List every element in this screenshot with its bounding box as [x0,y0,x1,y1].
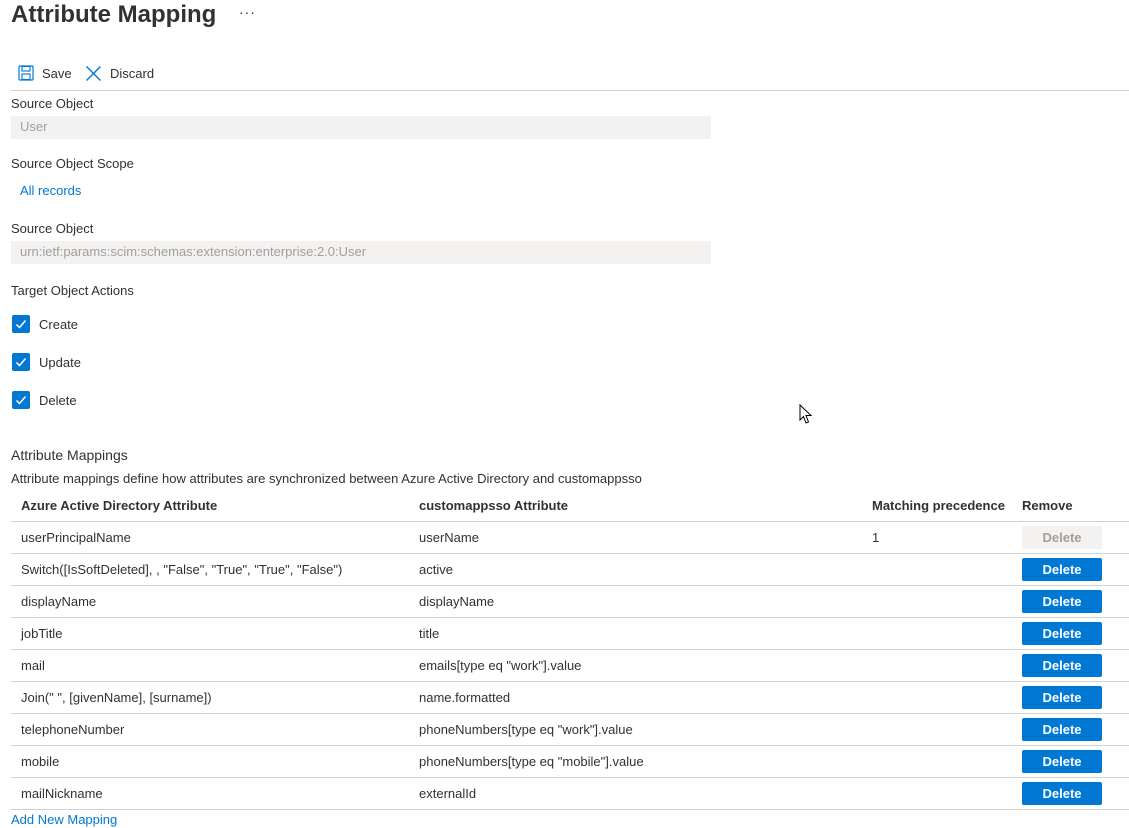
checkbox-checked-icon [12,315,30,333]
target-attribute-cell[interactable]: emails[type eq "work"].value [409,649,862,682]
source-scope-link[interactable]: All records [20,183,81,198]
table-row[interactable]: mailNickname externalId Delete [11,777,1129,810]
matching-precedence-cell [862,585,1012,618]
table-header-row: Azure Active Directory Attribute customa… [11,489,1129,522]
source-attribute-cell[interactable]: telephoneNumber [11,713,409,746]
save-button[interactable]: Save [18,62,72,84]
checkbox-create[interactable]: Create [12,315,78,333]
target-attribute-cell[interactable]: externalId [409,777,862,810]
source-attribute-cell[interactable]: mail [11,649,409,682]
matching-precedence-cell: 1 [862,521,1012,554]
remove-cell: Delete [1012,553,1129,586]
target-attribute-cell[interactable]: userName [409,521,862,554]
table-row[interactable]: mobile phoneNumbers[type eq "mobile"].val… [11,745,1129,778]
checkbox-checked-icon [12,353,30,371]
source-attribute-cell[interactable]: Join(" ", [givenName], [surname]) [11,681,409,714]
source-attribute-cell[interactable]: jobTitle [11,617,409,650]
source-scope-label: Source Object Scope [11,156,134,171]
remove-cell: Delete [1012,649,1129,682]
target-attribute-cell[interactable]: phoneNumbers[type eq "work"].value [409,713,862,746]
checkbox-checked-icon [12,391,30,409]
delete-button: Delete [1022,526,1102,549]
delete-button[interactable]: Delete [1022,718,1102,741]
matching-precedence-cell [862,777,1012,810]
table-row[interactable]: displayName displayName Delete [11,585,1129,618]
mappings-table: Azure Active Directory Attribute customa… [11,489,1129,810]
remove-cell: Delete [1012,713,1129,746]
checkbox-update-label: Update [39,354,81,370]
target-attribute-cell[interactable]: displayName [409,585,862,618]
remove-cell: Delete [1012,777,1129,810]
remove-cell: Delete [1012,617,1129,650]
delete-button[interactable]: Delete [1022,686,1102,709]
delete-button[interactable]: Delete [1022,654,1102,677]
checkbox-update[interactable]: Update [12,353,81,371]
delete-button[interactable]: Delete [1022,622,1102,645]
delete-button[interactable]: Delete [1022,558,1102,581]
page-title: Attribute Mapping [11,1,217,28]
add-new-mapping-link[interactable]: Add New Mapping [11,812,117,827]
remove-cell: Delete [1012,585,1129,618]
source-object-label: Source Object [11,96,94,111]
save-label: Save [42,65,72,81]
remove-cell: Delete [1012,521,1129,554]
mouse-cursor-icon [799,403,813,430]
toolbar-divider [11,90,1129,91]
close-icon [85,65,110,82]
remove-cell: Delete [1012,745,1129,778]
save-icon [18,65,42,81]
checkbox-create-label: Create [39,316,79,332]
column-header: customappsso Attribute [409,489,862,522]
source-object-field: User [11,116,711,139]
table-row[interactable]: mail emails[type eq "work"].value Delete [11,649,1129,682]
matching-precedence-cell [862,617,1012,650]
mappings-title: Attribute Mappings [11,447,128,463]
column-header: Remove [1012,489,1129,522]
target-attribute-cell[interactable]: name.formatted [409,681,862,714]
table-row[interactable]: userPrincipalName userName 1 Delete [11,521,1129,554]
matching-precedence-cell [862,745,1012,778]
target-attribute-cell[interactable]: phoneNumbers[type eq "mobile"].value [409,745,862,778]
column-header: Matching precedence [862,489,1012,522]
mappings-description: Attribute mappings define how attributes… [11,471,642,486]
remove-cell: Delete [1012,681,1129,714]
matching-precedence-cell [862,649,1012,682]
delete-button[interactable]: Delete [1022,782,1102,805]
delete-button[interactable]: Delete [1022,590,1102,613]
source-attribute-cell[interactable]: userPrincipalName [11,521,409,554]
delete-button[interactable]: Delete [1022,750,1102,773]
checkbox-delete-label: Delete [39,392,77,408]
matching-precedence-cell [862,681,1012,714]
table-row[interactable]: telephoneNumber phoneNumbers[type eq "wor… [11,713,1129,746]
source-attribute-cell[interactable]: displayName [11,585,409,618]
target-actions-label: Target Object Actions [11,283,134,298]
source-attribute-cell[interactable]: Switch([IsSoftDeleted], , "False", "True… [11,553,409,586]
table-row[interactable]: jobTitle title Delete [11,617,1129,650]
table-row[interactable]: Switch([IsSoftDeleted], , "False", "True… [11,553,1129,586]
discard-label: Discard [110,65,155,81]
target-attribute-cell[interactable]: title [409,617,862,650]
source-object-ext-field: urn:ietf:params:scim:schemas:extension:e… [11,241,711,264]
source-object-ext-label: Source Object [11,221,94,236]
matching-precedence-cell [862,553,1012,586]
source-attribute-cell[interactable]: mailNickname [11,777,409,810]
more-options-button[interactable]: ··· [239,4,256,20]
column-header: Azure Active Directory Attribute [11,489,409,522]
target-attribute-cell[interactable]: active [409,553,862,586]
source-attribute-cell[interactable]: mobile [11,745,409,778]
table-row[interactable]: Join(" ", [givenName], [surname]) name.fo… [11,681,1129,714]
checkbox-delete[interactable]: Delete [12,391,77,409]
matching-precedence-cell [862,713,1012,746]
discard-button[interactable]: Discard [85,62,154,84]
